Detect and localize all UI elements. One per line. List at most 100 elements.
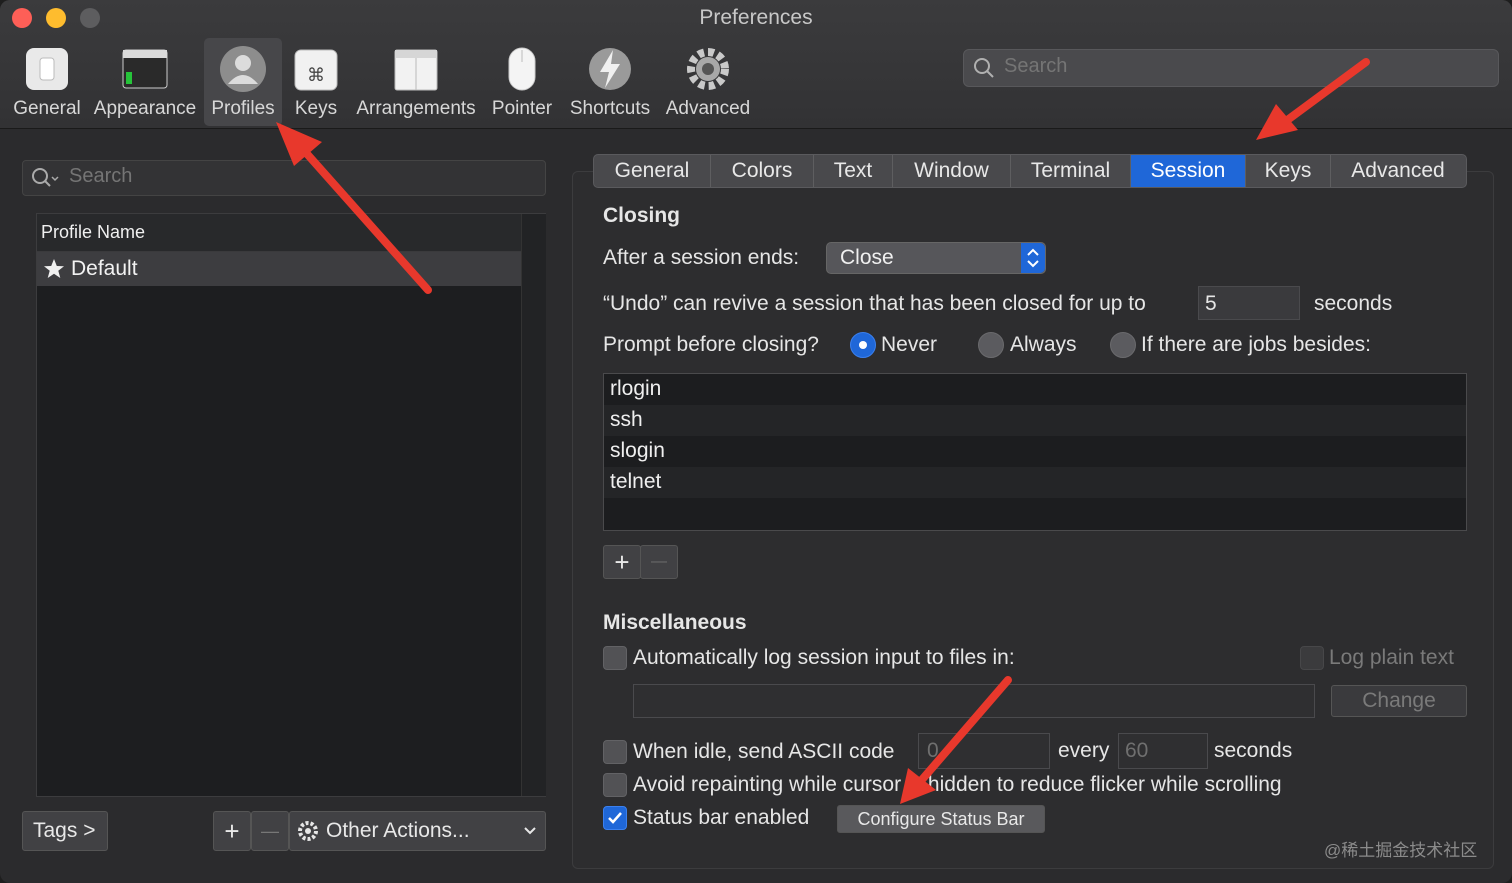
radio-never[interactable] [850, 332, 876, 358]
auto-log-label: Automatically log session input to files… [633, 646, 1015, 669]
chevron-down-icon [524, 827, 536, 835]
tab-colors[interactable]: Colors [711, 155, 814, 187]
job-name: slogin [610, 439, 665, 462]
toolbar-arrangements-label: Arrangements [356, 98, 476, 119]
star-icon [44, 259, 64, 278]
idle-send-checkbox[interactable] [603, 740, 627, 764]
toolbar-arrangements[interactable]: Arrangements [352, 38, 480, 126]
radio-always[interactable] [978, 332, 1004, 358]
change-directory-button[interactable]: Change [1331, 685, 1467, 717]
toolbar-appearance[interactable]: Appearance [90, 38, 200, 126]
tab-keys[interactable]: Keys [1246, 155, 1331, 187]
radio-jobs-besides[interactable] [1110, 332, 1136, 358]
tab-session[interactable]: Session [1131, 155, 1246, 187]
column-header-profile-name: Profile Name [41, 222, 146, 242]
profiles-pane: Profile Name Default Tags > + — Other Ac… [0, 129, 570, 883]
toolbar-keys-label: Keys [294, 98, 338, 119]
toolbar-profiles[interactable]: Profiles [204, 38, 282, 126]
idle-seconds-label: seconds [1214, 739, 1293, 762]
checkmark-icon [608, 812, 622, 824]
add-profile-button[interactable]: + [213, 811, 251, 851]
radio-never-label: Never [881, 333, 938, 356]
undo-seconds-unit: seconds [1314, 292, 1393, 315]
list-item[interactable]: slogin [604, 436, 1466, 467]
tab-general[interactable]: General [594, 155, 711, 187]
popup-arrows-icon [1021, 243, 1045, 273]
window-arrangement-icon [394, 49, 438, 91]
job-name: ssh [610, 408, 643, 431]
tab-window[interactable]: Window [893, 155, 1011, 187]
idle-code-field[interactable]: 0 [918, 733, 1050, 769]
prompt-label: Prompt before closing? [603, 333, 819, 356]
list-item[interactable]: rlogin [604, 374, 1466, 405]
other-actions-label: Other Actions... [326, 819, 470, 842]
general-switch-icon [26, 48, 68, 90]
window-title: Preferences [699, 6, 813, 29]
after-session-value: Close [840, 246, 894, 269]
toolbar: Preferences General Appearance Profiles … [0, 0, 1512, 129]
after-session-label: After a session ends: [603, 246, 800, 269]
remove-profile-button[interactable]: — [251, 811, 289, 851]
search-icon [974, 58, 994, 78]
avoid-repaint-checkbox[interactable] [603, 773, 627, 797]
svg-text:⌘: ⌘ [307, 65, 325, 86]
tags-button[interactable]: Tags > [22, 811, 108, 851]
job-name: rlogin [610, 377, 662, 400]
remove-job-button[interactable]: — [640, 545, 678, 579]
after-session-popup[interactable]: Close [826, 242, 1046, 274]
profile-list: Profile Name Default [36, 213, 546, 797]
idle-send-label: When idle, send ASCII code [633, 740, 895, 763]
status-bar-checkbox[interactable] [603, 806, 627, 830]
command-key-icon: ⌘ [294, 49, 338, 91]
closing-heading: Closing [603, 204, 680, 227]
lightning-bolt-icon [589, 48, 631, 90]
profile-name: Default [71, 257, 138, 280]
search-icon [32, 168, 59, 187]
preferences-search-input[interactable] [1002, 54, 1486, 79]
profile-search-input[interactable] [67, 164, 531, 189]
profile-row-default[interactable]: Default [37, 252, 521, 286]
status-bar-label: Status bar enabled [633, 806, 810, 829]
log-directory-field[interactable] [633, 684, 1315, 718]
toolbar-advanced[interactable]: Advanced [662, 38, 754, 126]
idle-code-value: 0 [927, 739, 939, 762]
toolbar-appearance-label: Appearance [93, 98, 197, 119]
profile-tabs: General Colors Text Window Terminal Sess… [593, 154, 1467, 188]
configure-status-bar-button[interactable]: Configure Status Bar [837, 805, 1045, 833]
idle-interval-field[interactable]: 60 [1118, 733, 1208, 769]
other-actions-menu[interactable]: Other Actions... [289, 811, 546, 851]
auto-log-checkbox[interactable] [603, 646, 627, 670]
log-plain-text-checkbox[interactable] [1300, 646, 1324, 670]
undo-seconds-value: 5 [1205, 292, 1217, 315]
toolbar-shortcuts[interactable]: Shortcuts [564, 38, 656, 126]
profile-list-scrollbar[interactable] [521, 214, 546, 796]
preferences-window: Preferences General Appearance Profiles … [0, 0, 1512, 883]
profile-person-icon [220, 46, 266, 92]
profile-search-field[interactable] [22, 160, 546, 196]
tab-advanced[interactable]: Advanced [1331, 155, 1465, 187]
idle-interval-value: 60 [1125, 739, 1149, 762]
toolbar-keys[interactable]: ⌘ Keys [288, 38, 344, 126]
preferences-search-field[interactable] [963, 49, 1499, 87]
tags-button-label: Tags > [33, 819, 96, 842]
tab-terminal[interactable]: Terminal [1011, 155, 1131, 187]
radio-always-label: Always [1010, 333, 1077, 356]
gear-icon [687, 48, 729, 90]
profile-list-header[interactable]: Profile Name [37, 214, 521, 252]
tab-text[interactable]: Text [814, 155, 893, 187]
toolbar-pointer[interactable]: Pointer [488, 38, 556, 126]
toolbar-shortcuts-label: Shortcuts [569, 98, 651, 119]
jobs-list: rlogin ssh slogin telnet [603, 373, 1467, 531]
list-item[interactable]: ssh [604, 405, 1466, 436]
every-label: every [1058, 739, 1110, 762]
gear-icon [298, 821, 318, 841]
toolbar-general[interactable]: General [10, 38, 84, 126]
toolbar-general-label: General [13, 98, 81, 119]
avoid-repaint-label: Avoid repainting while cursor is hidden … [633, 773, 1282, 796]
undo-seconds-field[interactable]: 5 [1198, 286, 1300, 320]
radio-jobs-besides-label: If there are jobs besides: [1141, 333, 1371, 356]
toolbar-advanced-label: Advanced [665, 98, 751, 119]
add-job-button[interactable]: + [603, 545, 641, 579]
misc-heading: Miscellaneous [603, 611, 747, 634]
list-item[interactable]: telnet [604, 467, 1466, 498]
